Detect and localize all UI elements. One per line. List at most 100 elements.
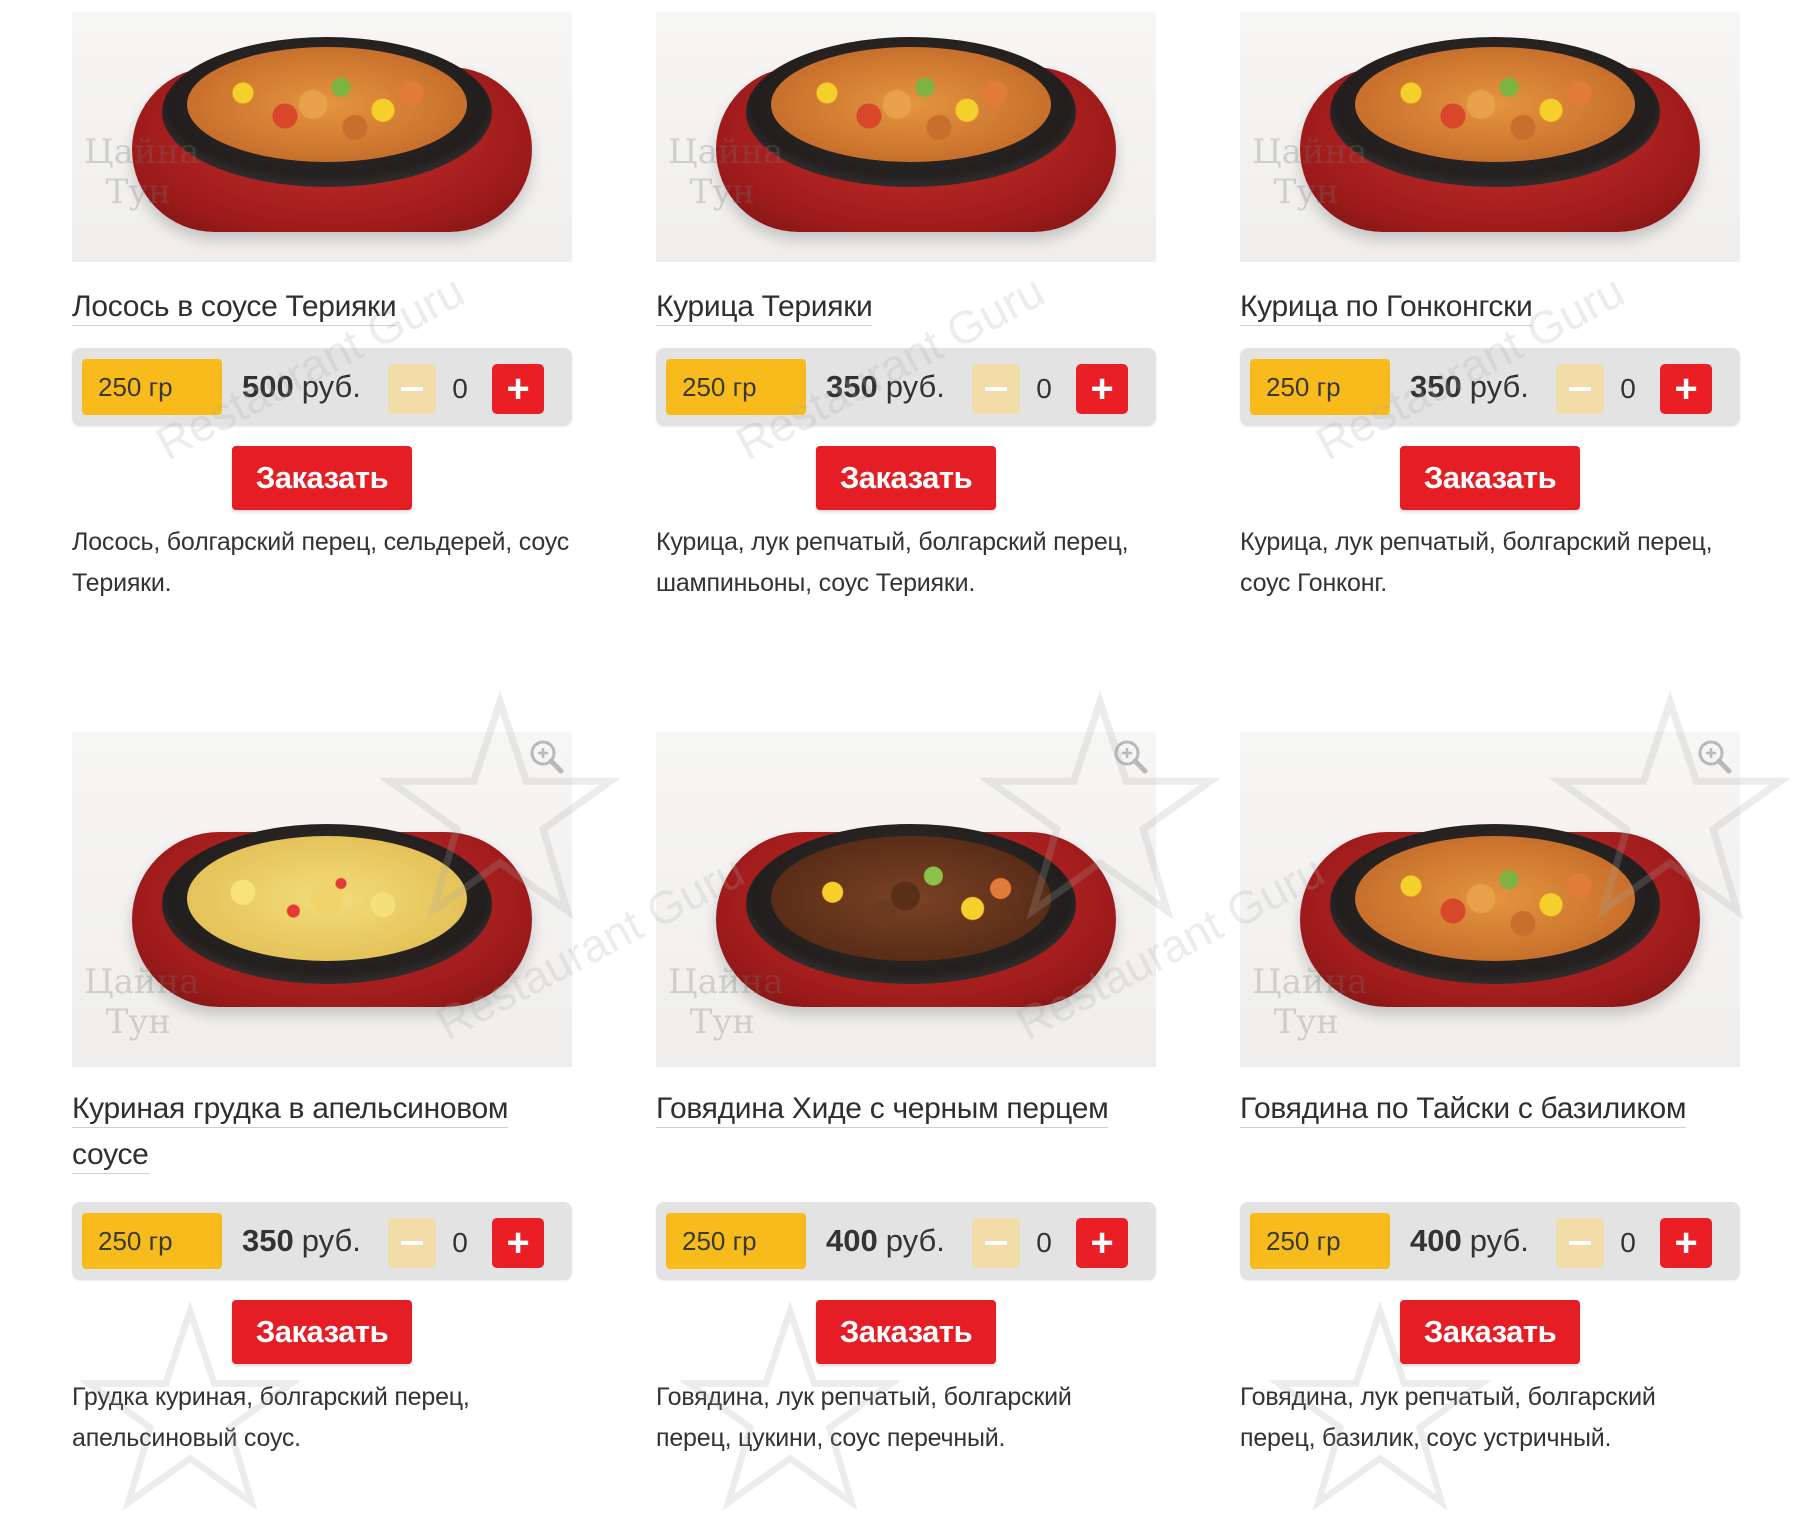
order-button[interactable]: Заказать (816, 1300, 996, 1364)
price: 350 руб. (1410, 348, 1529, 426)
weight-badge[interactable]: 250 гр (82, 1213, 222, 1269)
description-line: соус Гонконг. (1240, 569, 1387, 597)
order-button[interactable]: Заказать (1400, 446, 1580, 510)
price-currency: руб. (301, 1223, 361, 1258)
order-bar: 250 гр 350 руб. 0 + (656, 348, 1156, 426)
dish-title-line[interactable]: соусе (72, 1138, 149, 1174)
restaurant-logo-watermark: Цайна Тун (668, 132, 784, 212)
quantity-value[interactable]: 0 (1020, 364, 1068, 414)
plus-icon: + (506, 1221, 530, 1265)
dish-photo[interactable]: Цайна Тун (72, 12, 572, 262)
restaurant-logo-watermark: Цайна Тун (1252, 132, 1368, 212)
decrease-quantity-button[interactable] (1556, 1218, 1604, 1268)
zoom-icon[interactable] (1110, 736, 1150, 776)
price-value: 400 (1410, 1223, 1462, 1258)
dish-description: Курица, лук репчатый, болгарский перец, … (656, 522, 1156, 604)
dish-food (771, 47, 1051, 162)
increase-quantity-button[interactable]: + (1660, 1218, 1712, 1268)
zoom-icon[interactable] (1694, 736, 1734, 776)
increase-quantity-button[interactable]: + (492, 1218, 544, 1268)
minus-icon (401, 1241, 423, 1245)
quantity-value[interactable]: 0 (1020, 1218, 1068, 1268)
decrease-quantity-button[interactable] (388, 1218, 436, 1268)
restaurant-logo-watermark: Цайна Тун (84, 962, 200, 1042)
dish-food (771, 836, 1051, 961)
weight-badge[interactable]: 250 гр (666, 359, 806, 415)
dish-photo[interactable]: Цайна Тун (656, 732, 1156, 1067)
restaurant-logo-watermark: Цайна Тун (1252, 962, 1368, 1042)
order-bar: 250 гр 350 руб. 0 + (1240, 348, 1740, 426)
increase-quantity-button[interactable]: + (1076, 364, 1128, 414)
dish-title-wrap: Курица Терияки (656, 284, 1156, 330)
dish-title[interactable]: Лосось в соусе Терияки (72, 290, 397, 326)
price-value: 350 (242, 1223, 294, 1258)
dish-description: Говядина, лук репчатый, болгарский перец… (656, 1377, 1156, 1459)
description-line: Грудка куриная, болгарский перец, (72, 1383, 470, 1411)
increase-quantity-button[interactable]: + (1076, 1218, 1128, 1268)
dish-title-line[interactable]: Куриная грудка в апельсиновом (72, 1092, 509, 1128)
decrease-quantity-button[interactable] (388, 364, 436, 414)
quantity-value[interactable]: 0 (1604, 364, 1652, 414)
description-line: Лосось, болгарский перец, сельдерей, соу… (72, 528, 570, 556)
dish-title[interactable]: Курица Терияки (656, 290, 873, 326)
price-currency: руб. (885, 1223, 945, 1258)
description-line: Курица, лук репчатый, болгарский перец, (1240, 528, 1713, 556)
restaurant-logo-watermark: Цайна Тун (668, 962, 784, 1042)
plus-icon: + (506, 367, 530, 411)
plus-icon: + (1674, 1221, 1698, 1265)
decrease-quantity-button[interactable] (972, 1218, 1020, 1268)
description-line: Говядина, лук репчатый, болгарский (1240, 1383, 1656, 1411)
weight-badge[interactable]: 250 гр (666, 1213, 806, 1269)
minus-icon (1569, 1241, 1591, 1245)
dish-photo[interactable]: Цайна Тун (1240, 732, 1740, 1067)
description-line: апельсиновый соус. (72, 1424, 301, 1452)
minus-icon (1569, 387, 1591, 391)
order-button[interactable]: Заказать (816, 446, 996, 510)
increase-quantity-button[interactable]: + (1660, 364, 1712, 414)
price-value: 350 (1410, 369, 1462, 404)
dish-food (187, 47, 467, 162)
dish-title-wrap: Лосось в соусе Терияки (72, 284, 572, 330)
zoom-icon[interactable] (526, 736, 566, 776)
dish-photo[interactable]: Цайна Тун (1240, 12, 1740, 262)
price-currency: руб. (885, 369, 945, 404)
price: 350 руб. (242, 1202, 361, 1280)
decrease-quantity-button[interactable] (972, 364, 1020, 414)
order-button[interactable]: Заказать (232, 1300, 412, 1364)
price-value: 400 (826, 1223, 878, 1258)
dish-food (1355, 836, 1635, 961)
quantity-value[interactable]: 0 (436, 1218, 484, 1268)
price: 400 руб. (1410, 1202, 1529, 1280)
restaurant-logo-watermark: Цайна Тун (84, 132, 200, 212)
dish-title[interactable]: Курица по Гонконгски (1240, 290, 1533, 326)
increase-quantity-button[interactable]: + (492, 364, 544, 414)
order-button[interactable]: Заказать (1400, 1300, 1580, 1364)
dish-food (187, 836, 467, 961)
weight-badge[interactable]: 250 гр (1250, 359, 1390, 415)
description-line: перец, базилик, соус устричный. (1240, 1424, 1612, 1452)
dish-title-wrap: Курица по Гонконгски (1240, 284, 1740, 330)
dish-title[interactable]: Говядина по Тайски с базиликом (1240, 1092, 1687, 1128)
weight-badge[interactable]: 250 гр (82, 359, 222, 415)
dish-title-wrap: Куриная грудка в апельсиновом соусе (72, 1086, 572, 1178)
order-bar: 250 гр 500 руб. 0 + (72, 348, 572, 426)
dish-title-wrap: Говядина по Тайски с базиликом (1240, 1086, 1740, 1132)
order-bar: 250 гр 350 руб. 0 + (72, 1202, 572, 1280)
quantity-value[interactable]: 0 (436, 364, 484, 414)
order-button[interactable]: Заказать (232, 446, 412, 510)
dish-photo[interactable]: Цайна Тун (72, 732, 572, 1067)
decrease-quantity-button[interactable] (1556, 364, 1604, 414)
price-value: 350 (826, 369, 878, 404)
dish-description: Говядина, лук репчатый, болгарский перец… (1240, 1377, 1740, 1459)
price-value: 500 (242, 369, 294, 404)
dish-title[interactable]: Говядина Хиде с черным перцем (656, 1092, 1109, 1128)
dish-photo[interactable]: Цайна Тун (656, 12, 1156, 262)
order-bar: 250 гр 400 руб. 0 + (1240, 1202, 1740, 1280)
dish-description: Курица, лук репчатый, болгарский перец, … (1240, 522, 1740, 604)
plus-icon: + (1090, 367, 1114, 411)
price: 350 руб. (826, 348, 945, 426)
dish-description: Грудка куриная, болгарский перец, апельс… (72, 1377, 572, 1459)
dish-food (1355, 47, 1635, 162)
quantity-value[interactable]: 0 (1604, 1218, 1652, 1268)
weight-badge[interactable]: 250 гр (1250, 1213, 1390, 1269)
